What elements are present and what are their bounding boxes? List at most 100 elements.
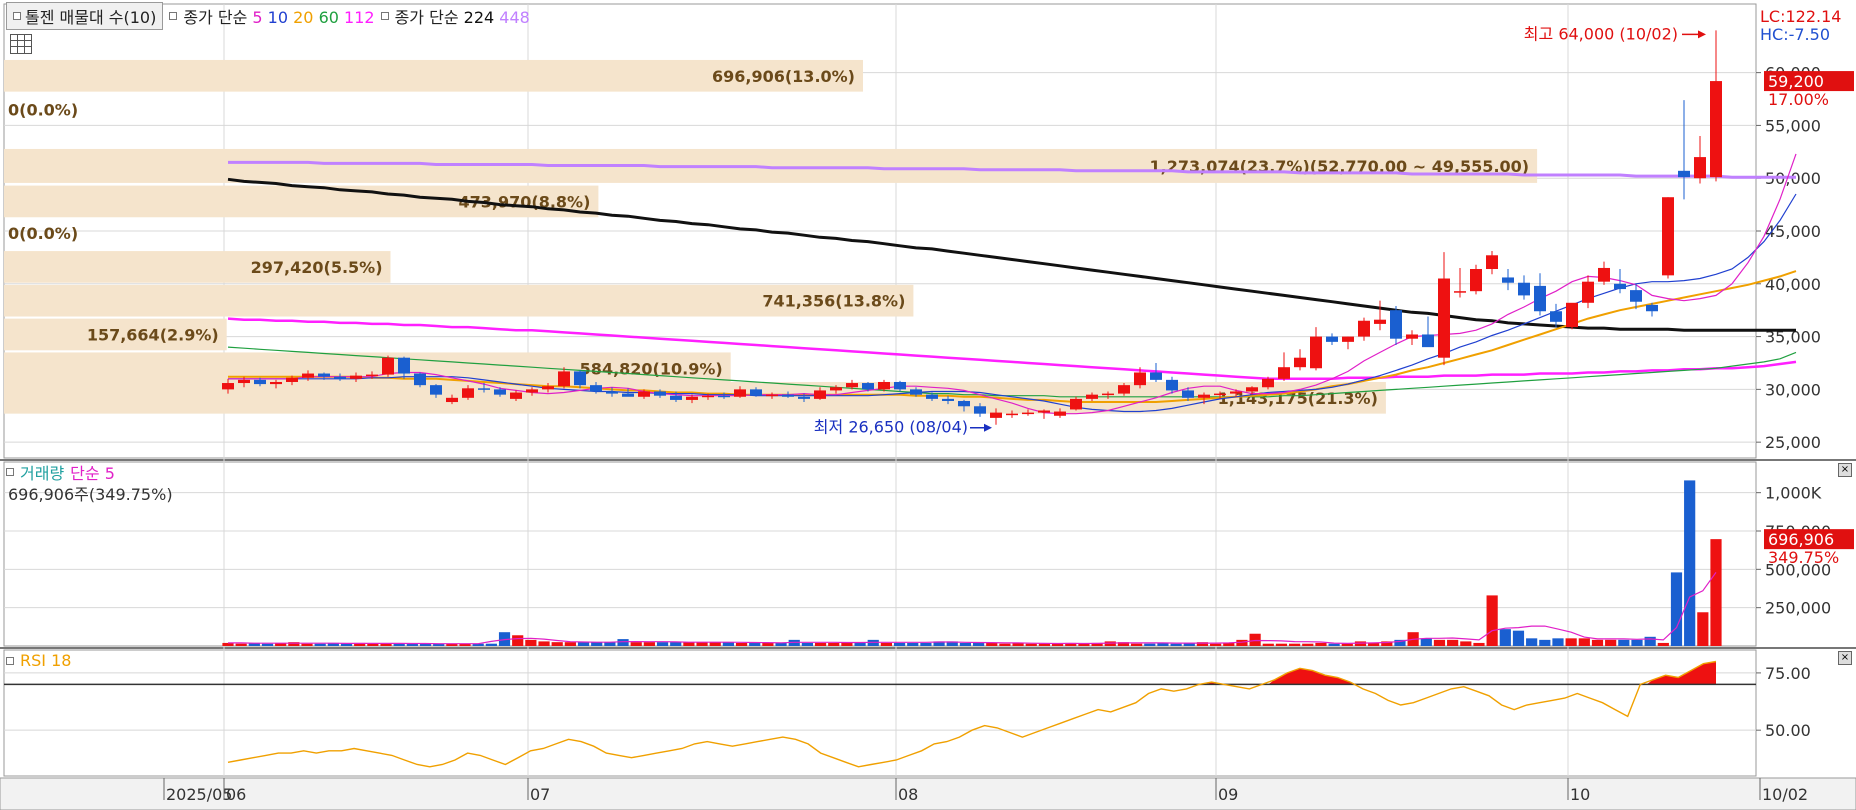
volume-bar[interactable] — [261, 643, 274, 646]
volume-bar[interactable] — [301, 643, 313, 646]
volume-bar[interactable] — [1578, 638, 1590, 646]
candle-body[interactable] — [1534, 285, 1546, 312]
candle-body[interactable] — [222, 383, 234, 390]
volume-bar[interactable] — [986, 642, 998, 646]
candle-body[interactable] — [334, 376, 346, 379]
candle-body[interactable] — [1502, 277, 1514, 283]
candle-body[interactable] — [1054, 411, 1066, 416]
volume-bar[interactable] — [920, 642, 932, 646]
volume-bar[interactable] — [907, 642, 919, 646]
volume-bar[interactable] — [630, 642, 642, 646]
candle-body[interactable] — [1358, 320, 1370, 337]
volume-bar[interactable] — [1144, 643, 1156, 646]
volume-bar[interactable] — [1552, 638, 1564, 646]
table-grid-icon[interactable] — [10, 34, 32, 54]
candle-body[interactable] — [718, 395, 730, 398]
candle-body[interactable] — [1374, 319, 1386, 324]
volume-close-icon[interactable]: × — [1838, 463, 1852, 477]
candle-body[interactable] — [302, 373, 314, 378]
volume-bar[interactable] — [1262, 643, 1274, 646]
stock-chart[interactable]: 2025/0506 07 08 09 10 10/0225,00030,00035,000… — [0, 0, 1856, 810]
candle-body[interactable] — [1326, 336, 1338, 342]
candle-body[interactable] — [1278, 367, 1290, 379]
volume-bar[interactable] — [1328, 643, 1340, 646]
candle-body[interactable] — [990, 412, 1002, 418]
candle-body[interactable] — [1294, 357, 1306, 368]
candle-body[interactable] — [398, 357, 410, 374]
volume-bar[interactable] — [1512, 630, 1525, 646]
candle-body[interactable] — [1614, 283, 1626, 290]
volume-bar[interactable] — [1670, 572, 1683, 646]
candle-body[interactable] — [1086, 394, 1098, 399]
volume-bar[interactable] — [670, 642, 682, 646]
candle-body[interactable] — [238, 379, 250, 384]
candle-body[interactable] — [686, 396, 698, 400]
candle-body[interactable] — [1646, 304, 1658, 312]
candle-body[interactable] — [1310, 336, 1322, 369]
candle-body[interactable] — [526, 389, 538, 393]
volume-bar[interactable] — [1341, 643, 1353, 646]
volume-bar[interactable] — [814, 642, 827, 646]
candle-body[interactable] — [878, 381, 890, 390]
volume-bar[interactable] — [1249, 633, 1261, 646]
volume-bar[interactable] — [1526, 638, 1538, 646]
volume-bar[interactable] — [1038, 643, 1051, 646]
volume-bar[interactable] — [617, 639, 629, 646]
candle-body[interactable] — [1214, 393, 1226, 396]
volume-bar[interactable] — [512, 635, 524, 646]
candle-body[interactable] — [1118, 385, 1130, 394]
candle-body[interactable] — [270, 381, 282, 385]
volume-bar[interactable] — [577, 642, 590, 646]
candle-body[interactable] — [1070, 398, 1082, 410]
candle-body[interactable] — [670, 395, 682, 400]
candle-body[interactable] — [1582, 281, 1594, 303]
candle-body[interactable] — [1246, 387, 1258, 392]
volume-bar[interactable] — [1275, 643, 1288, 646]
candle-body[interactable] — [1198, 394, 1210, 398]
volume-bar[interactable] — [393, 643, 405, 646]
candle-body[interactable] — [1150, 372, 1162, 380]
volume-bar[interactable] — [367, 643, 379, 646]
volume-bar[interactable] — [1539, 639, 1551, 646]
volume-bar[interactable] — [340, 643, 353, 646]
volume-bar[interactable] — [1710, 539, 1722, 646]
candle-body[interactable] — [638, 391, 650, 397]
volume-bar[interactable] — [1170, 643, 1182, 646]
candle-body[interactable] — [702, 395, 714, 398]
volume-bar[interactable] — [1499, 629, 1511, 646]
candle-body[interactable] — [942, 398, 954, 401]
volume-bar[interactable] — [1684, 480, 1696, 646]
volume-bar[interactable] — [485, 643, 497, 646]
volume-bar[interactable] — [1302, 643, 1314, 646]
volume-bar[interactable] — [959, 642, 972, 646]
candle-body[interactable] — [1182, 390, 1194, 398]
candle-body[interactable] — [1694, 157, 1706, 179]
volume-bar[interactable] — [1420, 638, 1432, 646]
candle-body[interactable] — [590, 385, 602, 392]
candle-body[interactable] — [798, 396, 810, 399]
volume-profile-toggle[interactable]: 톨젠 매물대 수(10) — [6, 2, 164, 30]
candle-body[interactable] — [510, 392, 522, 399]
candle-body[interactable] — [574, 371, 586, 386]
volume-bar[interactable] — [1473, 642, 1485, 646]
volume-bar[interactable] — [1433, 639, 1446, 646]
volume-bar[interactable] — [801, 642, 813, 646]
candle-body[interactable] — [1630, 290, 1642, 302]
volume-bar[interactable] — [643, 642, 655, 646]
volume-bar[interactable] — [999, 643, 1011, 646]
candle-body[interactable] — [462, 388, 474, 398]
candle-body[interactable] — [1230, 391, 1242, 394]
candle-body[interactable] — [1390, 310, 1402, 339]
candle-body[interactable] — [1262, 378, 1274, 388]
volume-bar[interactable] — [1025, 643, 1037, 646]
volume-bar[interactable] — [735, 642, 748, 646]
candle-body[interactable] — [350, 375, 362, 379]
candle-body[interactable] — [1022, 412, 1034, 415]
candle-body[interactable] — [1406, 334, 1418, 339]
candle-body[interactable] — [1006, 413, 1018, 416]
candle-body[interactable] — [558, 371, 570, 387]
volume-bar[interactable] — [1315, 642, 1327, 646]
volume-bar[interactable] — [1460, 641, 1472, 646]
volume-bar[interactable] — [749, 642, 761, 646]
candle-body[interactable] — [542, 386, 554, 390]
